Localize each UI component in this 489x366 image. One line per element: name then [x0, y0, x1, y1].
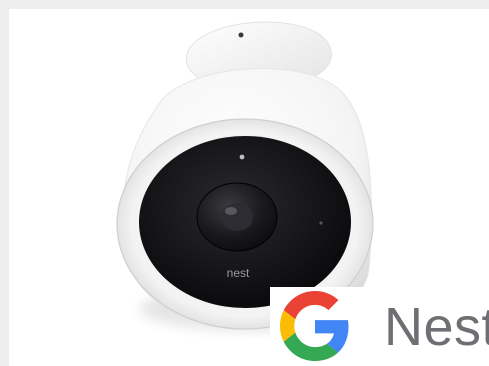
brand-badge: Nest	[270, 287, 489, 366]
lens-inner	[221, 203, 253, 231]
image-frame: nest Nest	[0, 0, 489, 366]
sensor-dot	[319, 221, 323, 225]
mount-screw-dot	[238, 32, 244, 38]
google-g-icon	[280, 291, 349, 361]
lens-highlight	[225, 207, 237, 215]
status-light-dot	[239, 154, 245, 160]
device-logo: nest	[227, 266, 250, 280]
brand-name: Nest	[384, 297, 489, 357]
